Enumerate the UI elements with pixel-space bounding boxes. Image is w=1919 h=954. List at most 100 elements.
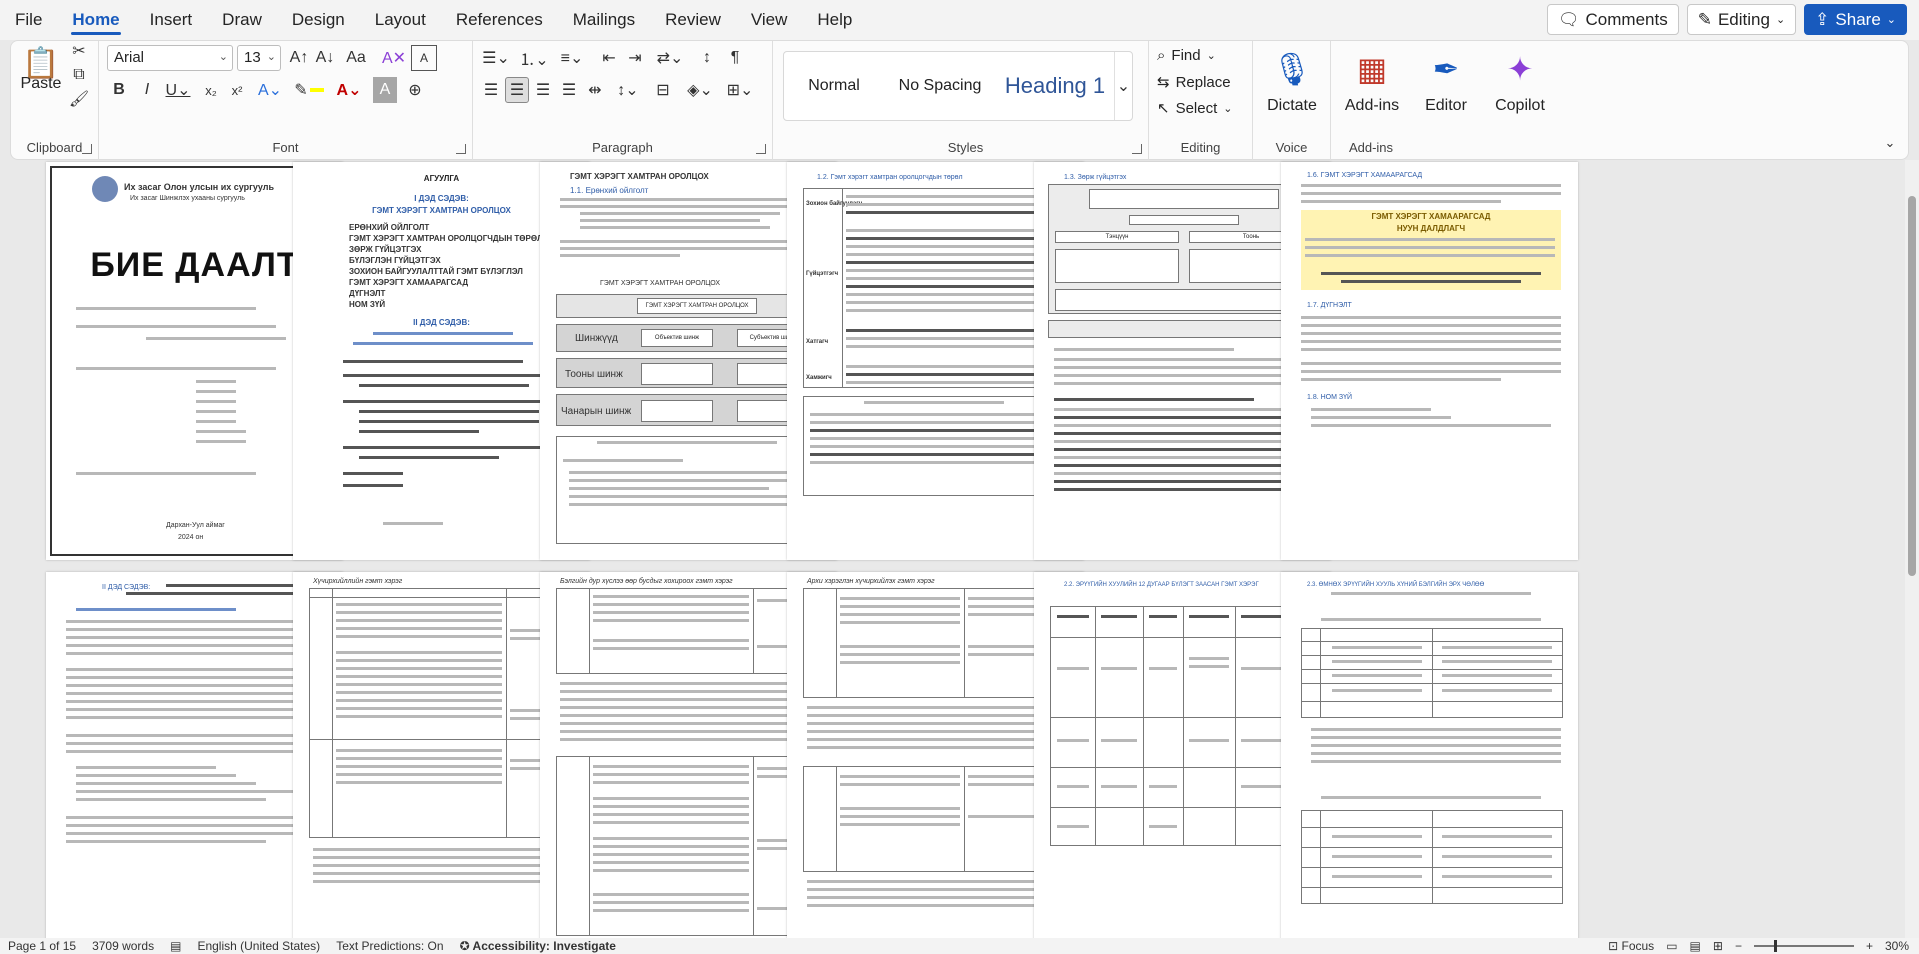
zoom-slider[interactable]	[1753, 940, 1854, 952]
text-line	[840, 621, 960, 624]
align-left-icon[interactable]: ☰	[479, 77, 503, 103]
tab-insert[interactable]: Insert	[135, 0, 208, 40]
underline-icon[interactable]: U⌄	[161, 77, 195, 103]
bold-icon[interactable]: B	[107, 77, 131, 103]
distributed-icon[interactable]: ⇹	[583, 77, 607, 103]
copy-icon[interactable]: ⧉	[69, 65, 89, 85]
scrollbar-thumb[interactable]	[1908, 196, 1916, 576]
change-case-icon[interactable]: Aa	[341, 45, 371, 71]
align-center-icon[interactable]: ☰	[505, 77, 529, 103]
text-predictions-status[interactable]: Text Predictions: On	[328, 939, 451, 953]
decrease-indent-icon[interactable]: ⇤	[597, 45, 621, 71]
page-6[interactable]: 1.6. ГЭМТ ХЭРЭГТ ХАМААРАГСАД ГЭМТ ХЭРЭГТ…	[1281, 162, 1578, 560]
tab-layout[interactable]: Layout	[360, 0, 441, 40]
cut-icon[interactable]: ✂	[69, 41, 89, 61]
comments-button[interactable]: 🗨 Comments	[1546, 4, 1679, 35]
find-button[interactable]: ⌕ Find ⌄	[1157, 47, 1216, 64]
share-button[interactable]: ⇪ Share ⌄	[1804, 4, 1907, 35]
grow-font-icon[interactable]: A↑	[287, 45, 311, 71]
enclose-characters-icon[interactable]: ⊕	[403, 77, 427, 103]
italic-icon[interactable]: I	[135, 77, 159, 103]
ribbon: 📋 Paste ✂ ⧉ 🖌 Clipboard Arial ⌄ 13 ⌄ A↑ …	[10, 40, 1909, 161]
highlight-icon[interactable]: ✎	[291, 77, 327, 103]
tab-mailings[interactable]: Mailings	[558, 0, 650, 40]
zoom-level[interactable]: 30%	[1885, 939, 1909, 953]
print-layout-icon[interactable]: ▤	[1690, 939, 1701, 953]
clear-formatting-icon[interactable]: A✕	[381, 45, 407, 71]
font-name-combo[interactable]: Arial ⌄	[107, 45, 233, 71]
borders-icon[interactable]: ⊞⌄	[723, 77, 757, 103]
style-normal[interactable]: Normal	[784, 52, 884, 120]
clipboard-launcher-icon[interactable]	[82, 144, 92, 154]
tab-view[interactable]: View	[736, 0, 803, 40]
collapse-ribbon-icon[interactable]: ⌄	[1880, 133, 1900, 153]
focus-button[interactable]: ⊡ Focus	[1608, 939, 1654, 953]
shrink-font-icon[interactable]: A↓	[313, 45, 337, 71]
format-painter-icon[interactable]: 🖌	[69, 89, 89, 109]
vertical-scrollbar[interactable]	[1905, 160, 1919, 938]
proofing-icon[interactable]: ▤	[162, 939, 189, 953]
tab-home[interactable]: Home	[57, 0, 134, 40]
justify-icon[interactable]: ☰	[557, 77, 581, 103]
superscript-icon[interactable]: x²	[225, 77, 249, 103]
tab-references[interactable]: References	[441, 0, 558, 40]
tab-help[interactable]: Help	[802, 0, 867, 40]
text-line	[66, 700, 326, 703]
menubar-actions: 🗨 Comments ✎ Editing ⌄ ⇪ Share ⌄	[1546, 4, 1907, 35]
style-heading-1[interactable]: Heading 1	[996, 52, 1114, 120]
tab-draw[interactable]: Draw	[207, 0, 277, 40]
text-line	[66, 708, 326, 711]
character-shading-icon[interactable]: A	[373, 77, 397, 103]
zoom-out-icon[interactable]: −	[1735, 939, 1742, 953]
text-effects-icon[interactable]: A⌄	[253, 77, 287, 103]
select-button[interactable]: ↖ Select ⌄	[1157, 99, 1233, 118]
sort-icon[interactable]: ↕	[695, 45, 719, 71]
page-heading: 2.2. ЭРҮҮГИЙН ХУУЛИЙН 12 ДУГААР БҮЛЭГТ З…	[1064, 582, 1259, 588]
bullets-icon[interactable]: ☰⌄	[479, 45, 513, 71]
style-no-spacing[interactable]: No Spacing	[884, 52, 996, 120]
multilevel-list-icon[interactable]: ≡⌄	[555, 45, 589, 71]
text-line	[196, 430, 246, 433]
copilot-button[interactable]: ✦ Copilot	[1485, 41, 1555, 115]
text-line	[1057, 667, 1089, 670]
paragraph-launcher-icon[interactable]	[756, 144, 766, 154]
page-12[interactable]: 2.3. ӨМНӨХ ЭРҮҮГИЙН ХУУЛЬ ХҮНИЙ БЭЛГИЙН …	[1281, 572, 1578, 938]
shading-icon[interactable]: ◈⌄	[683, 77, 717, 103]
page-count[interactable]: Page 1 of 15	[0, 939, 84, 953]
text-direction-icon[interactable]: ⇄⌄	[653, 45, 687, 71]
text-line	[1054, 440, 1314, 443]
font-launcher-icon[interactable]	[456, 144, 466, 154]
addins-button[interactable]: ▦ Add-ins	[1337, 41, 1407, 115]
font-color-icon[interactable]: A⌄	[331, 77, 367, 103]
styles-launcher-icon[interactable]	[1132, 144, 1142, 154]
text-line	[864, 401, 1004, 404]
text-box-icon[interactable]: A	[411, 45, 437, 71]
document-canvas[interactable]: Их засаг Олон улсын их сургууль Их засаг…	[0, 160, 1919, 938]
read-mode-icon[interactable]: ▭	[1666, 939, 1677, 953]
line-spacing-icon[interactable]: ↕⌄	[611, 77, 645, 103]
styles-more-icon[interactable]: ⌄	[1114, 52, 1132, 120]
tab-design[interactable]: Design	[277, 0, 360, 40]
align-right-icon[interactable]: ☰	[531, 77, 555, 103]
show-formatting-icon[interactable]: ¶	[723, 45, 747, 71]
replace-button[interactable]: ⇆ Replace	[1157, 73, 1231, 92]
increase-indent-icon[interactable]: ⇥	[623, 45, 647, 71]
asian-layout-icon[interactable]: ⊟	[651, 77, 675, 103]
font-size-combo[interactable]: 13 ⌄	[237, 45, 281, 71]
text-line	[840, 597, 960, 600]
language-indicator[interactable]: English (United States)	[189, 939, 328, 953]
addins-button-label: Add-ins	[1344, 97, 1400, 114]
editing-mode-button[interactable]: ✎ Editing ⌄	[1686, 4, 1797, 35]
paste-button[interactable]: Paste	[17, 75, 65, 93]
dictate-button[interactable]: 🎙 Dictate	[1257, 41, 1327, 115]
word-count[interactable]: 3709 words	[84, 939, 162, 953]
tab-review[interactable]: Review	[650, 0, 736, 40]
zoom-in-icon[interactable]: +	[1866, 939, 1873, 953]
subscript-icon[interactable]: x₂	[199, 77, 223, 103]
editor-button[interactable]: ✒ Editor	[1411, 41, 1481, 115]
numbering-icon[interactable]: ⒈⌄	[517, 45, 551, 71]
tab-file[interactable]: File	[0, 0, 57, 40]
web-layout-icon[interactable]: ⊞	[1713, 939, 1723, 953]
zoom-slider-thumb[interactable]	[1773, 940, 1777, 952]
accessibility-status[interactable]: ✪ Accessibility: Investigate	[452, 939, 624, 953]
